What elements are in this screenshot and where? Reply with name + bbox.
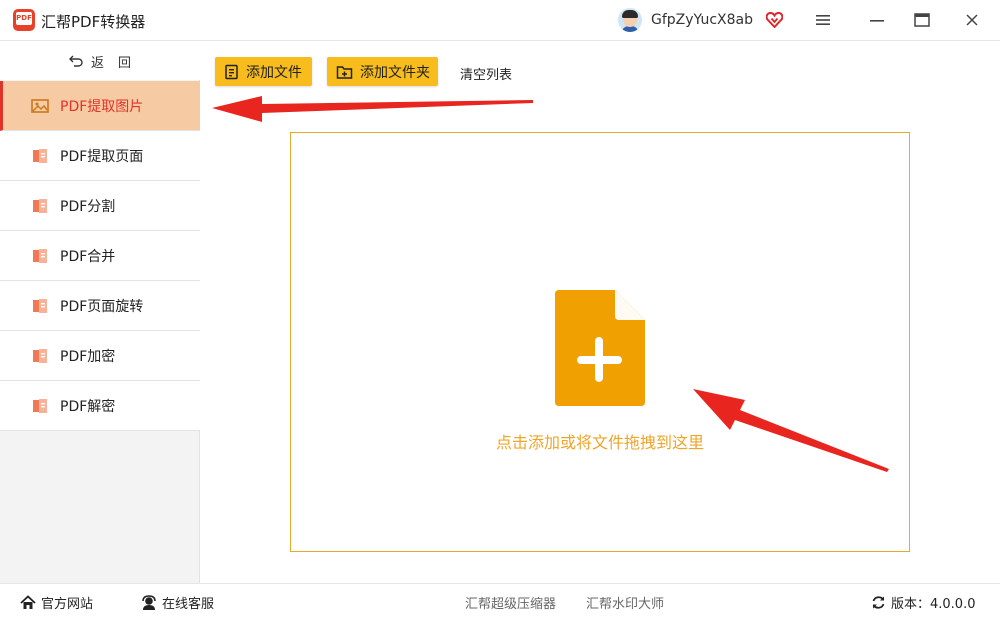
app-title: 汇帮PDF转换器 [41,13,146,31]
pdf-file-icon [33,398,47,413]
sidebar-item-label: PDF解密 [60,398,116,415]
sidebar-item-label: PDF分割 [60,198,116,215]
title-bar: PDF 汇帮PDF转换器 GfpZyYucX8ab [0,0,1000,41]
sidebar-item-rotate[interactable]: PDF页面旋转 [0,281,200,331]
add-folder-button[interactable]: 添加文件夹 [327,57,438,86]
compressor-link[interactable]: 汇帮超级压缩器 [465,593,556,612]
add-file-icon [225,64,238,79]
clear-list-button[interactable]: 清空列表 [460,64,512,83]
image-icon [31,98,49,113]
app-logo-icon: PDF [13,9,35,31]
app-logo-text: PDF [16,12,32,25]
close-icon[interactable] [962,10,982,30]
pdf-file-icon [33,298,47,313]
sidebar-item-label: PDF合并 [60,248,116,265]
sidebar-item-merge[interactable]: PDF合并 [0,231,200,281]
minimize-icon[interactable] [867,10,887,30]
file-drop-zone[interactable]: 点击添加或将文件拖拽到这里 [290,132,910,552]
drop-hint-text: 点击添加或将文件拖拽到这里 [495,433,704,452]
nav-list: PDF提取图片 PDF提取页面 PDF分割 PDF合并 PDF页面旋转 PDF加… [0,81,200,431]
refresh-icon [872,596,885,609]
official-website-link[interactable]: 官方网站 [20,593,93,612]
sidebar-item-split[interactable]: PDF分割 [0,181,200,231]
pdf-file-icon [33,348,47,363]
username[interactable]: GfpZyYucX8ab [651,12,753,28]
sidebar-item-extract-images[interactable]: PDF提取图片 [0,81,200,131]
online-service-link[interactable]: 在线客服 [141,593,214,612]
online-service-label: 在线客服 [162,597,215,612]
back-button[interactable]: 返回 [0,42,200,80]
version-label: 版本：4.0.0.0 [891,597,976,612]
sidebar-item-decrypt[interactable]: PDF解密 [0,381,200,431]
add-folder-label: 添加文件夹 [360,64,430,81]
version-info[interactable]: 版本：4.0.0.0 [871,593,975,612]
add-file-label: 添加文件 [246,64,302,81]
customer-service-icon [142,594,156,610]
pdf-file-icon [33,198,47,213]
sidebar-item-encrypt[interactable]: PDF加密 [0,331,200,381]
sidebar-item-label: PDF提取图片 [60,98,144,115]
add-document-icon[interactable] [555,290,645,406]
add-file-button[interactable]: 添加文件 [215,57,312,86]
sidebar-item-label: PDF页面旋转 [60,298,144,315]
home-icon [20,595,36,609]
status-bar: 官方网站 在线客服 汇帮超级压缩器 汇帮水印大师 版本：4.0.0.0 [0,583,1000,617]
sidebar-item-extract-pages[interactable]: PDF提取页面 [0,131,200,181]
official-website-label: 官方网站 [41,597,94,612]
sidebar-item-label: PDF提取页面 [60,148,144,165]
sidebar-item-label: PDF加密 [60,348,116,365]
user-avatar[interactable] [618,8,642,32]
maximize-icon[interactable] [912,10,932,30]
vip-heart-icon[interactable] [766,12,783,28]
annotation-arrow-sidebar [212,96,533,122]
menu-icon[interactable] [813,10,833,30]
add-folder-icon [336,65,353,79]
pdf-file-icon [33,148,47,163]
sidebar: 返回 PDF提取图片 PDF提取页面 PDF分割 PDF合并 PDF页面旋转 P… [0,42,200,583]
back-arrow-icon [68,55,83,67]
pdf-file-icon [33,248,47,263]
watermark-link[interactable]: 汇帮水印大师 [586,593,664,612]
back-label: 返回 [90,55,145,71]
